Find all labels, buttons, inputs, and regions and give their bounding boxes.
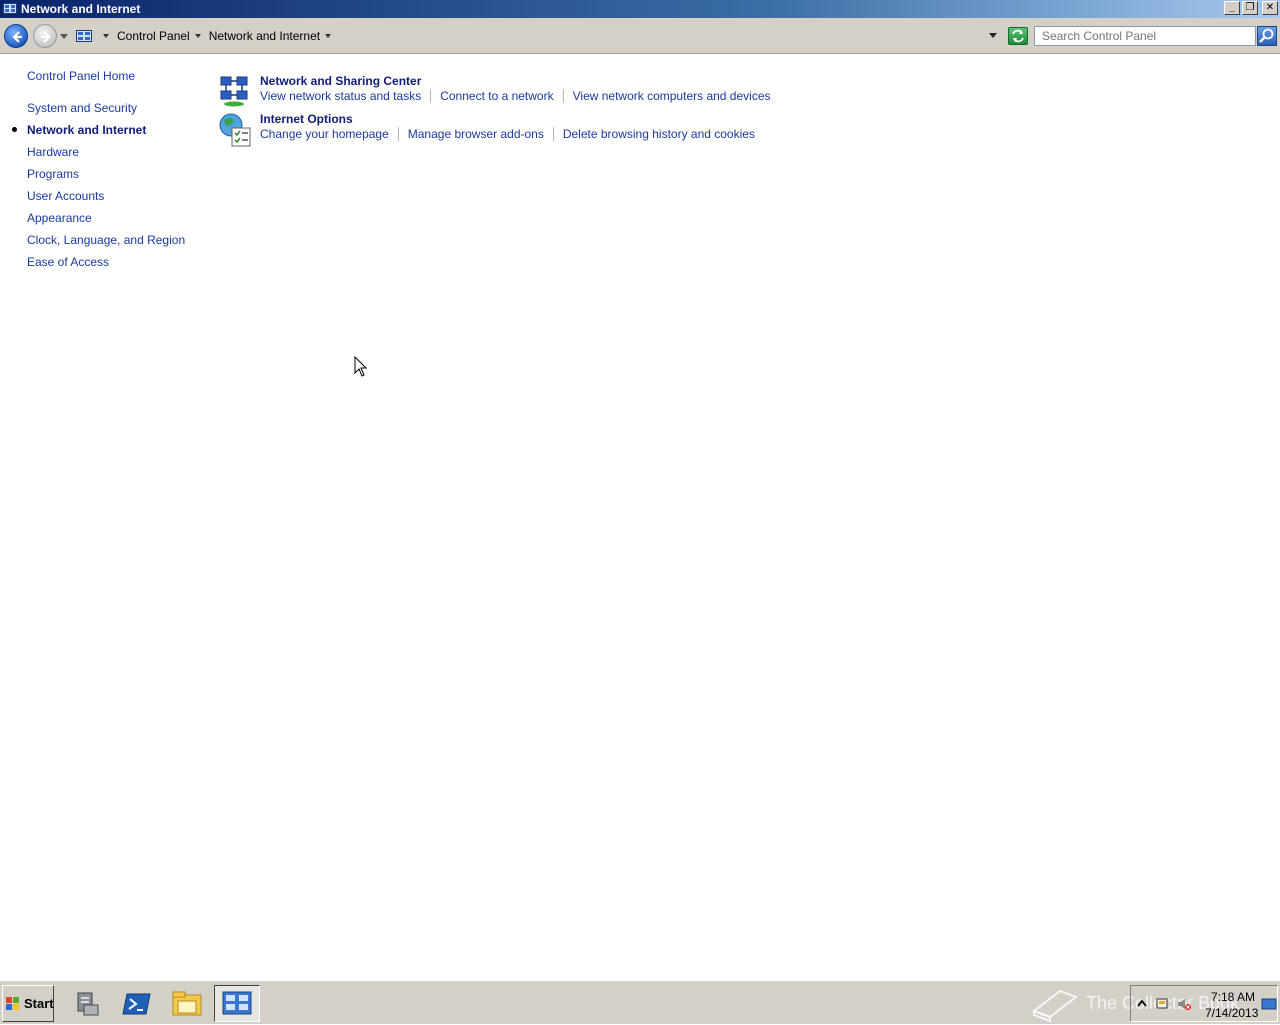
search-icon bbox=[1259, 28, 1274, 43]
breadcrumb-chevron-icon[interactable] bbox=[103, 32, 112, 40]
active-item-bullet-icon bbox=[12, 127, 17, 132]
recent-pages-chevron-down-icon[interactable] bbox=[60, 34, 68, 40]
change-homepage-link[interactable]: Change your homepage bbox=[260, 127, 389, 141]
network-sharing-center-link[interactable]: Network and Sharing Center bbox=[260, 74, 421, 88]
sidebar-item-appearance[interactable]: Appearance bbox=[27, 211, 92, 225]
server-manager-taskbar-button[interactable] bbox=[64, 985, 110, 1022]
explorer-icon bbox=[172, 991, 202, 1015]
sidebar-item-programs[interactable]: Programs bbox=[27, 167, 79, 181]
minimize-icon: _ bbox=[1229, 2, 1235, 13]
breadcrumb-control-panel[interactable]: Control Panel bbox=[117, 29, 190, 43]
sidebar-item-clock-language-region[interactable]: Clock, Language, and Region bbox=[27, 233, 185, 247]
link-divider bbox=[552, 127, 554, 141]
mouse-cursor-icon bbox=[354, 356, 368, 377]
sidebar-item-network-and-internet[interactable]: Network and Internet bbox=[27, 123, 146, 137]
forward-button[interactable] bbox=[33, 24, 57, 48]
sidebar-item-system-and-security[interactable]: System and Security bbox=[27, 101, 137, 115]
book-watermark-icon bbox=[1031, 989, 1079, 1023]
view-network-status-link[interactable]: View network status and tasks bbox=[260, 89, 421, 103]
start-label: Start bbox=[24, 996, 54, 1011]
search-input[interactable] bbox=[1042, 29, 1255, 43]
control-panel-icon bbox=[76, 28, 92, 44]
close-button[interactable]: ✕ bbox=[1262, 1, 1278, 15]
minimize-button[interactable]: _ bbox=[1224, 1, 1240, 15]
taskbar: Start The Collector Book 7:18 AM 7/14/20… bbox=[0, 980, 1280, 1024]
forward-arrow-icon bbox=[41, 31, 51, 43]
windows-logo-icon bbox=[6, 996, 20, 1011]
show-hidden-icons-chevron-up-icon[interactable] bbox=[1135, 996, 1149, 1012]
back-button[interactable] bbox=[4, 24, 28, 48]
back-arrow-icon bbox=[12, 31, 22, 43]
network-sharing-icon[interactable] bbox=[218, 74, 252, 108]
control-panel-icon bbox=[222, 991, 252, 1014]
restore-button[interactable]: ❐ bbox=[1242, 1, 1258, 15]
delete-browsing-history-link[interactable]: Delete browsing history and cookies bbox=[563, 127, 755, 141]
internet-options-link[interactable]: Internet Options bbox=[260, 112, 353, 126]
sidebar-item-user-accounts[interactable]: User Accounts bbox=[27, 189, 104, 203]
refresh-icon bbox=[1012, 29, 1024, 43]
server-manager-icon bbox=[77, 992, 99, 1015]
connect-to-network-link[interactable]: Connect to a network bbox=[440, 89, 553, 103]
close-icon: ✕ bbox=[1265, 2, 1275, 13]
volume-muted-icon[interactable] bbox=[1177, 996, 1191, 1012]
search-field[interactable] bbox=[1034, 26, 1256, 46]
powershell-icon bbox=[122, 993, 151, 1014]
breadcrumb-chevron-icon[interactable] bbox=[325, 32, 334, 40]
sidebar-item-control-panel-home[interactable]: Control Panel Home bbox=[27, 69, 135, 83]
search-button[interactable] bbox=[1257, 26, 1277, 46]
sidebar-item-hardware[interactable]: Hardware bbox=[27, 145, 79, 159]
internet-options-icon[interactable] bbox=[218, 112, 252, 147]
title-bar[interactable]: Network and Internet _ ❐ ✕ bbox=[0, 0, 1280, 18]
start-button[interactable]: Start bbox=[2, 985, 54, 1022]
explorer-taskbar-button[interactable] bbox=[164, 985, 210, 1022]
control-panel-icon bbox=[3, 2, 17, 16]
refresh-button[interactable] bbox=[1008, 27, 1028, 45]
clock-date[interactable]: 7/14/2013 bbox=[1205, 1006, 1258, 1020]
link-divider bbox=[562, 89, 564, 103]
action-center-flag-icon[interactable] bbox=[1155, 996, 1169, 1012]
address-history-chevron-down-icon[interactable] bbox=[987, 32, 999, 40]
breadcrumb-network-and-internet[interactable]: Network and Internet bbox=[209, 29, 320, 43]
clock-time[interactable]: 7:18 AM bbox=[1211, 990, 1255, 1004]
link-divider bbox=[397, 127, 399, 141]
restore-icon: ❐ bbox=[1245, 2, 1255, 13]
powershell-taskbar-button[interactable] bbox=[114, 985, 160, 1022]
control-panel-taskbar-button[interactable] bbox=[214, 985, 260, 1022]
sidebar-item-ease-of-access[interactable]: Ease of Access bbox=[27, 255, 109, 269]
breadcrumb-chevron-icon[interactable] bbox=[194, 32, 204, 40]
address-bar[interactable]: Control Panel Network and Internet bbox=[74, 26, 1004, 46]
notification-area: 7:18 AM 7/14/2013 bbox=[1130, 985, 1278, 1022]
link-divider bbox=[430, 89, 432, 103]
address-toolbar: Control Panel Network and Internet bbox=[0, 18, 1280, 54]
view-network-computers-link[interactable]: View network computers and devices bbox=[573, 89, 771, 103]
manage-add-ons-link[interactable]: Manage browser add-ons bbox=[408, 127, 544, 141]
window-title: Network and Internet bbox=[21, 2, 141, 16]
show-desktop-icon[interactable] bbox=[1261, 996, 1277, 1012]
